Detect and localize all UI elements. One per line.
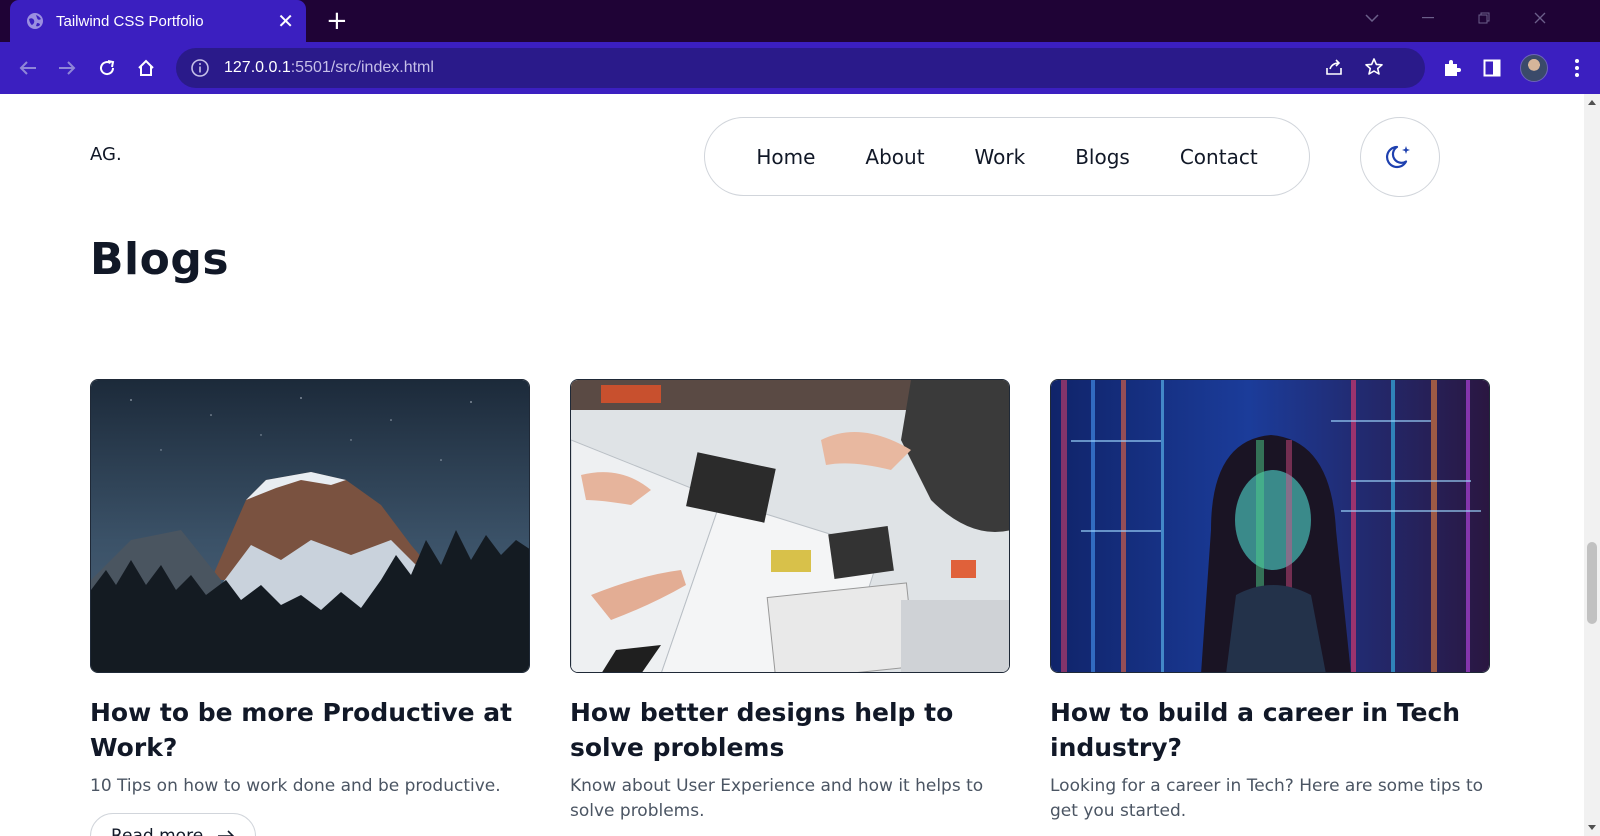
page-scrollbar[interactable] xyxy=(1584,94,1600,836)
arrow-right-icon xyxy=(218,830,235,836)
browser-tab[interactable]: Tailwind CSS Portfolio ✕ xyxy=(10,0,306,42)
page-viewport: AG. Home About Work Blogs Contact Blogs xyxy=(0,94,1584,836)
reload-icon[interactable] xyxy=(95,56,119,80)
restore-icon[interactable] xyxy=(1464,0,1504,36)
nav-blogs[interactable]: Blogs xyxy=(1075,145,1130,169)
side-panel-icon[interactable] xyxy=(1480,56,1504,80)
site-logo[interactable]: AG. xyxy=(90,144,122,165)
blog-image-workshop[interactable] xyxy=(570,379,1010,673)
blog-title[interactable]: How better designs help to solve problem… xyxy=(570,695,1010,765)
main-nav: Home About Work Blogs Contact xyxy=(704,117,1310,196)
share-icon[interactable] xyxy=(1324,57,1344,81)
globe-icon xyxy=(27,13,43,29)
moon-stars-icon xyxy=(1385,145,1410,169)
blog-image-tech[interactable] xyxy=(1050,379,1490,673)
home-icon[interactable] xyxy=(134,56,158,80)
back-icon[interactable] xyxy=(16,56,40,80)
browser-toolbar: 127.0.0.1:5501/src/index.html xyxy=(0,42,1600,94)
blog-title[interactable]: How to build a career in Tech industry? xyxy=(1050,695,1490,765)
url-host: 127.0.0.1 xyxy=(224,59,291,76)
read-more-label: Read more xyxy=(111,826,204,836)
close-tab-icon[interactable]: ✕ xyxy=(277,11,294,31)
nav-contact[interactable]: Contact xyxy=(1180,145,1258,169)
blog-image-mountain[interactable] xyxy=(90,379,530,673)
site-info-icon[interactable] xyxy=(190,58,210,78)
section-title: Blogs xyxy=(90,234,230,285)
bookmark-star-icon[interactable] xyxy=(1364,57,1384,81)
blog-card: How to build a career in Tech industry? … xyxy=(1050,379,1490,824)
scroll-down-arrow-icon[interactable] xyxy=(1588,825,1596,830)
blog-description: Know about User Experience and how it he… xyxy=(570,776,984,821)
menu-kebab-icon[interactable] xyxy=(1565,56,1589,80)
new-tab-button[interactable]: + xyxy=(326,8,348,34)
close-window-icon[interactable] xyxy=(1520,0,1560,36)
read-more-button[interactable]: Read more xyxy=(90,813,257,836)
nav-home[interactable]: Home xyxy=(756,145,815,169)
blog-title[interactable]: How to be more Productive at Work? xyxy=(90,695,530,765)
address-bar[interactable]: 127.0.0.1:5501/src/index.html xyxy=(176,48,1425,88)
blog-description: 10 Tips on how to work done and be produ… xyxy=(90,776,501,796)
url-path: :5501/src/index.html xyxy=(290,59,434,76)
blog-card: How to be more Productive at Work? 10 Ti… xyxy=(90,379,530,836)
blog-description: Looking for a career in Tech? Here are s… xyxy=(1050,776,1484,821)
browser-tab-bar: Tailwind CSS Portfolio ✕ + xyxy=(0,0,1600,42)
profile-avatar[interactable] xyxy=(1520,54,1548,82)
nav-about[interactable]: About xyxy=(865,145,924,169)
extensions-icon[interactable] xyxy=(1440,56,1464,80)
minimize-icon[interactable] xyxy=(1408,0,1448,36)
theme-toggle-button[interactable] xyxy=(1360,117,1440,197)
forward-icon[interactable] xyxy=(55,56,79,80)
scroll-up-arrow-icon[interactable] xyxy=(1588,100,1596,105)
tab-search-icon[interactable] xyxy=(1352,0,1392,36)
nav-work[interactable]: Work xyxy=(975,145,1026,169)
blog-card: How better designs help to solve problem… xyxy=(570,379,1010,824)
scrollbar-thumb[interactable] xyxy=(1587,542,1597,624)
tab-title: Tailwind CSS Portfolio xyxy=(56,12,204,30)
